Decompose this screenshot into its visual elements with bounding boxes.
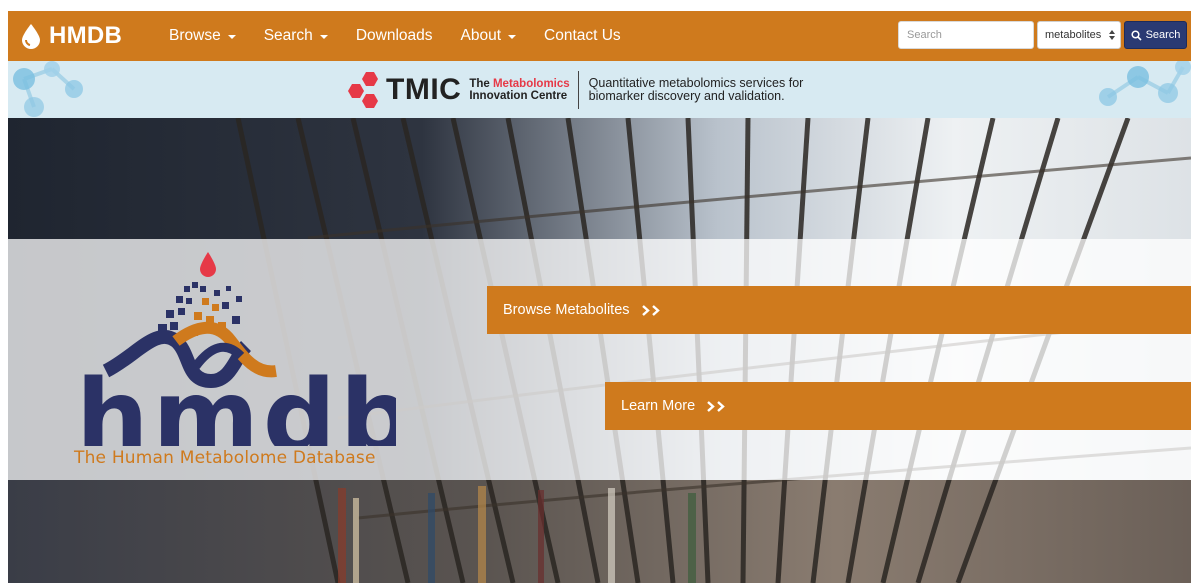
chevron-right-icon: [707, 400, 726, 412]
hmdb-logo-text: hmdb: [76, 358, 396, 446]
nav-contact-label: Contact Us: [544, 27, 621, 44]
tmic-tagline: Quantitative metabolomics services for b…: [589, 77, 804, 103]
nav-menu: Browse Search Downloads About Contact Us: [155, 11, 635, 61]
search-icon: [1131, 29, 1142, 41]
tmic-hexagon-logo: [348, 72, 378, 108]
search-type-value: metabolites: [1045, 29, 1102, 41]
tmic-logo-group: TMIC The Metabolomics Innovation Centre …: [344, 69, 803, 111]
caret-down-icon: [508, 35, 517, 39]
tmic-wordmark: TMIC: [386, 73, 462, 106]
caret-down-icon: [319, 35, 328, 39]
brand-name: HMDB: [49, 22, 123, 49]
search-input[interactable]: [898, 21, 1034, 49]
nav-about[interactable]: About: [447, 11, 531, 61]
nav-downloads[interactable]: Downloads: [342, 11, 447, 61]
browse-metabolites-button[interactable]: Browse Metabolites: [487, 286, 1191, 334]
search-button-label: Search: [1145, 29, 1181, 41]
select-arrows-icon: [1109, 30, 1115, 40]
learn-more-button[interactable]: Learn More: [605, 382, 1191, 430]
search-button[interactable]: Search: [1124, 21, 1187, 49]
hmdb-logo-tagline: The Human Metabolome Database: [74, 448, 376, 468]
tmic-name-prefix: The: [469, 78, 493, 90]
navbar-search-form: metabolites Search: [898, 21, 1187, 49]
search-type-select[interactable]: metabolites: [1037, 21, 1121, 49]
learn-more-label: Learn More: [621, 398, 696, 414]
caret-down-icon: [227, 35, 236, 39]
nav-contact[interactable]: Contact Us: [530, 11, 635, 61]
tmic-tagline-line2: biomarker discovery and validation.: [588, 89, 785, 103]
tmic-banner[interactable]: TMIC The Metabolomics Innovation Centre …: [8, 61, 1191, 118]
tmic-divider: [577, 71, 579, 109]
molecule-decoration-left: [13, 61, 83, 117]
nav-search[interactable]: Search: [250, 11, 342, 61]
nav-about-label: About: [460, 27, 502, 44]
nav-search-label: Search: [263, 27, 313, 44]
browse-metabolites-label: Browse Metabolites: [503, 302, 630, 318]
nav-browse[interactable]: Browse: [155, 11, 250, 61]
tmic-full-name: The Metabolomics Innovation Centre: [469, 78, 569, 102]
nav-downloads-label: Downloads: [355, 27, 433, 44]
page: HMDB Browse Search Downloads About Conta…: [0, 0, 1191, 583]
brand-logo[interactable]: HMDB: [8, 22, 155, 50]
top-navbar: HMDB Browse Search Downloads About Conta…: [8, 11, 1191, 61]
drop-icon: [22, 24, 40, 49]
hero-section: hmdb The Human Metabolome Database Brows…: [8, 118, 1191, 583]
tmic-name-line2: Innovation Centre: [469, 90, 568, 102]
tmic-name-line1: The Metabolomics: [469, 78, 569, 90]
molecule-decoration-right: [1099, 61, 1191, 106]
tmic-name-highlight: Metabolomics: [492, 78, 570, 90]
hmdb-logo-graphic: hmdb: [76, 252, 396, 446]
nav-browse-label: Browse: [169, 27, 221, 44]
chevron-right-icon: [641, 304, 661, 316]
